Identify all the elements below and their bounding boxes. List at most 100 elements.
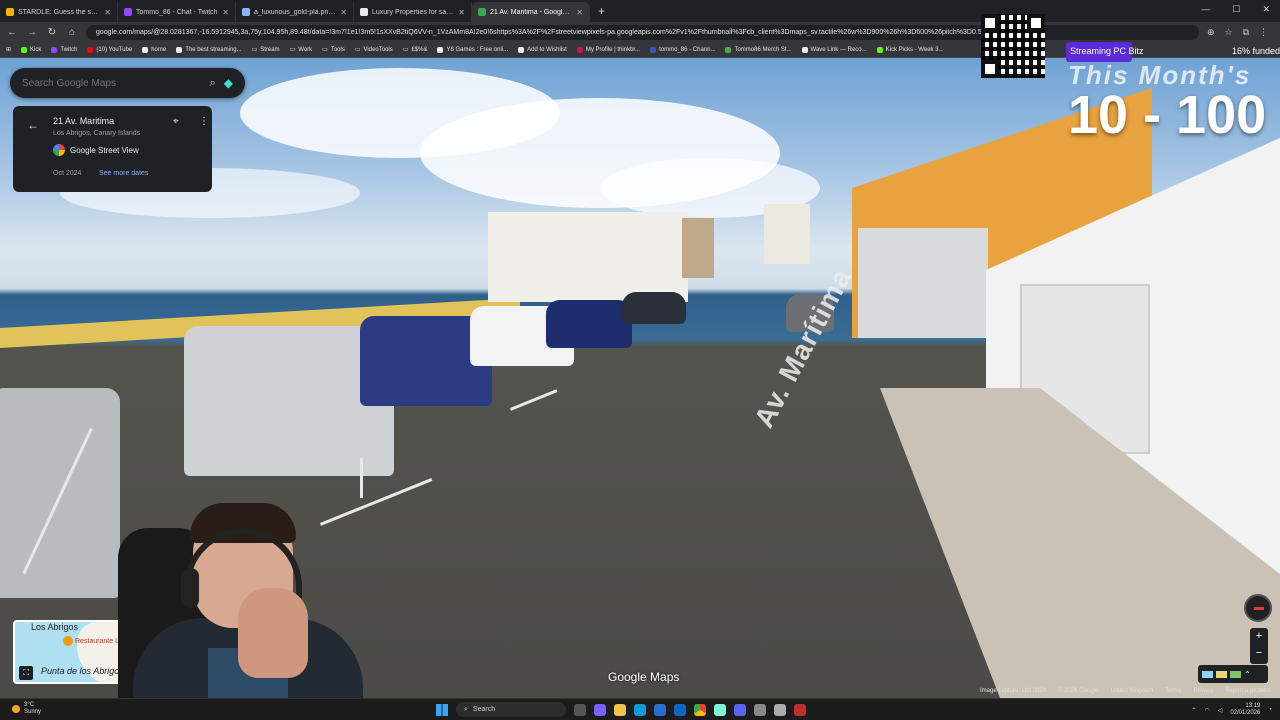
reload-icon[interactable]: ↻	[46, 27, 58, 38]
close-tab-icon[interactable]: ✕	[222, 8, 229, 17]
bookmark-label: (10) YouTube	[96, 46, 133, 53]
place-card: ← 21 Av. Maritima Los Abrigos, Canary Is…	[13, 106, 212, 192]
location-pin-icon[interactable]: ⌖	[173, 116, 179, 127]
bookmark[interactable]: Kick	[21, 46, 41, 53]
home-icon[interactable]: ⌂	[66, 27, 78, 38]
region-link[interactable]: United Kingdom	[1111, 688, 1154, 694]
browser-tab-active[interactable]: 21 Av. Maritima - Google Maps ✕	[472, 2, 590, 22]
street-view-source: Google Street View	[53, 144, 139, 156]
copilot-icon[interactable]	[594, 703, 606, 716]
maps-search-box[interactable]: ⌕ ◆	[10, 68, 245, 98]
back-icon[interactable]: ←	[6, 27, 18, 38]
bookmark-icon	[437, 46, 444, 53]
maximize-icon[interactable]: ☐	[1232, 4, 1240, 15]
task-view-icon[interactable]	[574, 703, 586, 716]
parking-line	[360, 458, 363, 498]
edge-icon[interactable]	[634, 703, 646, 716]
bookmark-star-icon[interactable]: ☆	[1224, 27, 1232, 38]
clock-date: 02/01/2026	[1230, 710, 1261, 716]
browser-toolbar-icons: ⊕ ☆ ⧉ ⋮	[1207, 27, 1274, 38]
file-explorer-icon[interactable]	[614, 703, 626, 716]
close-tab-icon[interactable]: ✕	[340, 8, 347, 17]
app-icon[interactable]	[754, 703, 766, 716]
bookmark[interactable]: The best streaming...	[176, 46, 242, 53]
bookmark[interactable]: Twitch	[51, 46, 77, 53]
expand-map-icon[interactable]: ⛶	[19, 666, 33, 680]
privacy-link[interactable]: Privacy	[1194, 688, 1214, 694]
directions-icon[interactable]: ◆	[224, 76, 233, 90]
browser-tab[interactable]: Tommo_86 - Chat - Twitch ✕	[118, 2, 236, 22]
compass-icon[interactable]	[1244, 594, 1272, 622]
bookmark-folder[interactable]: ▭ Stream	[252, 46, 280, 54]
bookmark[interactable]: Wave Link — Reco...	[801, 46, 867, 53]
forward-icon[interactable]: →	[26, 27, 38, 38]
bookmark-label: Stream	[260, 46, 280, 53]
bookmark-folder[interactable]: ▭ Work	[290, 46, 313, 54]
tab-favicon-icon	[242, 8, 250, 16]
layers-button[interactable]: ⌃	[1198, 665, 1268, 683]
browser-tab[interactable]: a_luxurious_gold-pla.png (960×✕	[236, 2, 354, 22]
zoom-icon[interactable]: ⊕	[1207, 27, 1215, 38]
outlook-icon[interactable]	[674, 703, 686, 716]
bookmark[interactable]: Y8 Games : Free onli...	[437, 46, 508, 53]
see-more-dates-link[interactable]: See more dates	[99, 170, 148, 177]
chrome-icon[interactable]	[694, 703, 706, 716]
zoom-out-button[interactable]: −	[1250, 645, 1268, 662]
terms-link[interactable]: Terms	[1165, 688, 1181, 694]
back-arrow-icon[interactable]: ←	[27, 118, 39, 132]
bookmark[interactable]: Tommo86 Merch St...	[725, 46, 792, 53]
bookmark-label: My Profile | thinkbr...	[585, 46, 641, 53]
close-tab-icon[interactable]: ✕	[104, 8, 111, 17]
close-tab-icon[interactable]: ✕	[576, 8, 583, 17]
minimize-icon[interactable]: —	[1201, 4, 1210, 15]
bookmark-label: Kick Picks - Week 3...	[885, 46, 944, 53]
tab-title: 21 Av. Maritima - Google Maps	[490, 8, 572, 16]
report-problem-link[interactable]: Report a problem	[1225, 688, 1271, 694]
expand-icon[interactable]: ⌃	[1244, 670, 1251, 679]
taskbar-search[interactable]: ⌕ Search	[456, 702, 566, 717]
streamlabs-icon[interactable]	[714, 703, 726, 716]
app-icon[interactable]	[794, 703, 806, 716]
bookmark[interactable]: Add to Wishlist	[518, 46, 567, 53]
restaurant-pin-icon[interactable]	[63, 636, 73, 646]
menu-icon[interactable]: ⋮	[1259, 27, 1268, 38]
bookmark[interactable]: My Profile | thinkbr...	[576, 46, 641, 53]
discord-icon[interactable]	[734, 703, 746, 716]
search-icon[interactable]: ⌕	[210, 77, 216, 90]
volume-icon[interactable]: ◁	[1218, 707, 1223, 714]
browser-tab[interactable]: STARDLE: Guess the ship! ✕	[0, 2, 118, 22]
search-icon: ⌕	[464, 705, 468, 713]
qr-code	[975, 8, 1051, 84]
zoom-in-button[interactable]: +	[1250, 628, 1268, 645]
search-input[interactable]	[22, 77, 202, 89]
bookmark-folder[interactable]: ▭ £$%&	[403, 46, 428, 54]
bookmark[interactable]: (10) YouTube	[87, 46, 133, 53]
tray-chevron-icon[interactable]: ⌃	[1191, 707, 1196, 714]
tab-title: Luxury Properties for sale in Te	[372, 8, 454, 16]
notification-icon[interactable]: ◔	[1268, 707, 1272, 713]
close-tab-icon[interactable]: ✕	[458, 8, 465, 17]
new-tab-button[interactable]: +	[590, 4, 613, 18]
close-window-icon[interactable]: ✕	[1262, 4, 1270, 15]
bookmark-folder[interactable]: ▭ VideoTools	[355, 46, 393, 54]
extensions-icon[interactable]: ⧉	[1243, 27, 1249, 38]
wifi-icon[interactable]: ◠	[1204, 707, 1209, 714]
window-controls: — ☐ ✕	[1201, 4, 1270, 15]
goal-percent: 16% funded	[1231, 46, 1280, 56]
browser-tab[interactable]: Luxury Properties for sale in Te ✕	[354, 2, 472, 22]
attribution-bar: Image capture: Oct 2024 © 2026 Google Un…	[980, 688, 1272, 694]
person-hand	[238, 588, 308, 678]
bookmark-folder[interactable]: ▭ Tools	[322, 46, 345, 54]
bookmark[interactable]: tommo_86 - Chann...	[650, 46, 715, 53]
weather-widget[interactable]: 3°C Sunny	[12, 702, 41, 716]
more-options-icon[interactable]: ⋮	[199, 116, 209, 127]
bookmark[interactable]: home	[142, 46, 166, 53]
app-icon[interactable]	[774, 703, 786, 716]
store-icon[interactable]	[654, 703, 666, 716]
clock[interactable]: 13:19 02/01/2026	[1230, 703, 1260, 717]
bookmark-label: Work	[298, 46, 313, 53]
windows-start-icon[interactable]	[436, 703, 448, 716]
bookmark[interactable]: Kick Picks - Week 3...	[876, 46, 944, 53]
apps-icon[interactable]: ⊞	[6, 46, 11, 53]
capture-date: Oct 2024	[53, 170, 82, 177]
